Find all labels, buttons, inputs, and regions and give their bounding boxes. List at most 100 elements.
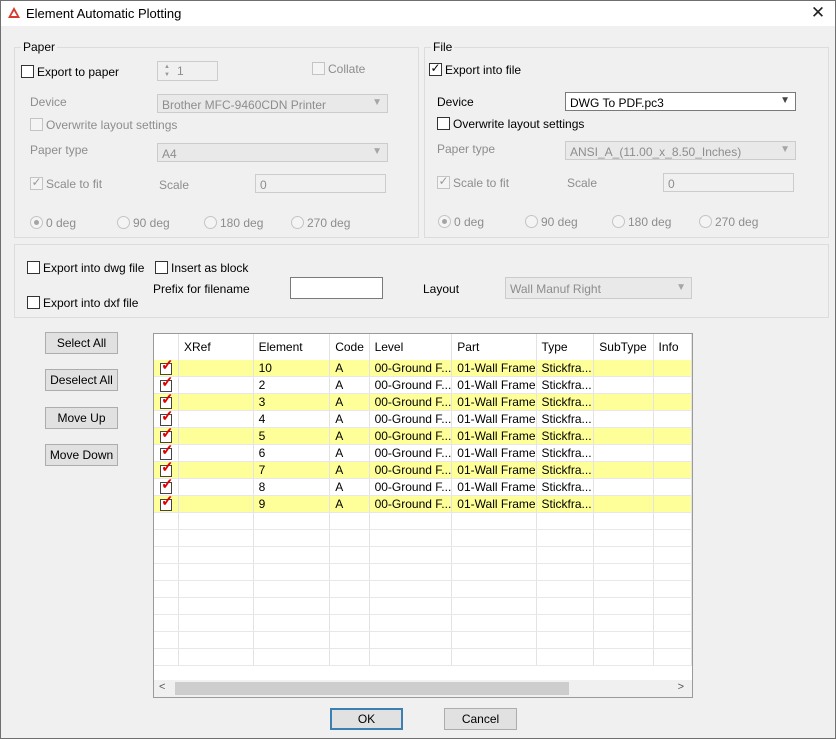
- column-header-level[interactable]: Level: [369, 334, 453, 360]
- file-rotation-0-radio[interactable]: [438, 215, 451, 228]
- file-scale-input[interactable]: 0: [663, 173, 794, 192]
- cancel-button[interactable]: Cancel: [444, 708, 517, 730]
- empty-cell: [369, 563, 453, 581]
- row-checkbox[interactable]: ✓: [159, 377, 174, 392]
- column-header-xref[interactable]: XRef: [178, 334, 254, 360]
- row-checkbox-cell[interactable]: ✓: [154, 427, 179, 445]
- select-all-button[interactable]: Select All: [45, 332, 118, 354]
- spin-down-icon[interactable]: ▼: [161, 71, 173, 79]
- row-checkbox-cell[interactable]: ✓: [154, 478, 179, 496]
- collate-checkbox[interactable]: [312, 62, 325, 75]
- table-row[interactable]: ✓ 3 A 00-Ground F... 01-Wall Frame Stickfra..…: [154, 393, 692, 411]
- row-checkbox-cell[interactable]: ✓: [154, 495, 179, 513]
- horizontal-scrollbar[interactable]: < >: [154, 680, 692, 697]
- cell-code: A: [329, 393, 370, 411]
- column-header-type[interactable]: Type: [536, 334, 595, 360]
- cell-info: [653, 495, 692, 513]
- checkmark-icon: ✓: [160, 495, 174, 510]
- table-row[interactable]: ✓ 9 A 00-Ground F... 01-Wall Frame Stickfra..…: [154, 495, 692, 513]
- file-paper-type-select[interactable]: ANSI_A_(11.00_x_8.50_Inches) ▼: [565, 141, 796, 160]
- file-rotation-180-radio[interactable]: [612, 215, 625, 228]
- cell-subtype: [593, 444, 654, 462]
- ok-button[interactable]: OK: [330, 708, 403, 730]
- table-row[interactable]: ✓ 6 A 00-Ground F... 01-Wall Frame Stickfra..…: [154, 444, 692, 462]
- row-checkbox-cell[interactable]: ✓: [154, 393, 179, 411]
- column-header-part[interactable]: Part: [451, 334, 537, 360]
- empty-cell: [178, 529, 254, 547]
- row-checkbox-cell[interactable]: ✓: [154, 461, 179, 479]
- export-dxf-checkbox[interactable]: [27, 296, 40, 309]
- row-checkbox-cell[interactable]: ✓: [154, 410, 179, 428]
- file-scale-to-fit-label: Scale to fit: [453, 176, 510, 190]
- row-checkbox-cell[interactable]: ✓: [154, 376, 179, 394]
- column-header-code[interactable]: Code: [329, 334, 370, 360]
- row-checkbox[interactable]: ✓: [159, 479, 174, 494]
- copies-spinner[interactable]: ▲ ▼ 1: [157, 61, 218, 81]
- row-checkbox[interactable]: ✓: [159, 411, 174, 426]
- paper-type-select[interactable]: A4 ▼: [157, 143, 388, 162]
- paper-rotation-0-radio[interactable]: [30, 216, 43, 229]
- cell-type: Stickfra...: [536, 444, 595, 462]
- cell-level: 00-Ground F...: [369, 360, 453, 377]
- table-row[interactable]: ✓ 5 A 00-Ground F... 01-Wall Frame Stickfra..…: [154, 427, 692, 445]
- file-overwrite-checkbox[interactable]: [437, 117, 450, 130]
- table-row[interactable]: ✓ 2 A 00-Ground F... 01-Wall Frame Stickfra..…: [154, 376, 692, 394]
- empty-cell: [451, 529, 537, 547]
- column-header-subtype[interactable]: SubType: [593, 334, 654, 360]
- deselect-all-button[interactable]: Deselect All: [45, 369, 118, 391]
- table-row[interactable]: ✓ 7 A 00-Ground F... 01-Wall Frame Stickfra..…: [154, 461, 692, 479]
- layout-select[interactable]: Wall Manuf Right ▼: [505, 277, 692, 299]
- export-to-paper-checkbox[interactable]: [21, 65, 34, 78]
- file-scale-value: 0: [668, 177, 675, 191]
- row-checkbox[interactable]: ✓: [159, 495, 174, 511]
- row-checkbox[interactable]: ✓: [159, 360, 174, 375]
- table-row[interactable]: ✓ 10 A 00-Ground F... 01-Wall Frame Stickfra.…: [154, 360, 692, 377]
- prefix-input[interactable]: [290, 277, 383, 299]
- scroll-right-icon[interactable]: >: [678, 681, 684, 693]
- cell-xref: [178, 495, 254, 513]
- row-checkbox[interactable]: ✓: [159, 445, 174, 460]
- paper-overwrite-checkbox[interactable]: [30, 118, 43, 131]
- file-rotation-90-radio[interactable]: [525, 215, 538, 228]
- cell-type: Stickfra...: [536, 461, 595, 479]
- table-row[interactable]: ✓ 8 A 00-Ground F... 01-Wall Frame Stickfra..…: [154, 478, 692, 496]
- empty-cell: [593, 597, 654, 615]
- file-scale-to-fit-checkbox[interactable]: ✓: [437, 174, 450, 189]
- cell-level: 00-Ground F...: [369, 410, 453, 428]
- move-down-button[interactable]: Move Down: [45, 444, 118, 466]
- scrollbar-thumb[interactable]: [175, 682, 569, 695]
- row-checkbox[interactable]: ✓: [159, 428, 174, 443]
- chevron-down-icon: ▼: [676, 282, 686, 293]
- close-icon[interactable]: ✕: [801, 1, 835, 26]
- layout-value: Wall Manuf Right: [510, 282, 601, 296]
- paper-device-select[interactable]: Brother MFC-9460CDN Printer ▼: [157, 94, 388, 113]
- table-row[interactable]: ✓ 4 A 00-Ground F... 01-Wall Frame Stickfra..…: [154, 410, 692, 428]
- column-header-info[interactable]: Info: [653, 334, 692, 360]
- elements-grid[interactable]: XRef Element Code Level Part Type SubTyp…: [153, 333, 693, 698]
- export-into-file-checkbox[interactable]: ✓: [429, 61, 442, 76]
- paper-rotation-90-radio[interactable]: [117, 216, 130, 229]
- insert-as-block-checkbox[interactable]: [155, 261, 168, 274]
- file-rotation-0-label: 0 deg: [454, 215, 485, 229]
- row-checkbox[interactable]: ✓: [159, 462, 174, 477]
- paper-scale-input[interactable]: 0: [255, 174, 386, 193]
- scroll-left-icon[interactable]: <: [159, 681, 165, 693]
- column-header-element[interactable]: Element: [253, 334, 331, 360]
- empty-cell: [451, 580, 537, 598]
- empty-cell: [253, 563, 331, 581]
- move-up-button[interactable]: Move Up: [45, 407, 118, 429]
- empty-cell: [329, 529, 370, 547]
- row-checkbox-cell[interactable]: ✓: [154, 444, 179, 462]
- paper-scale-to-fit-checkbox[interactable]: ✓: [30, 175, 43, 190]
- row-checkbox-cell[interactable]: ✓: [154, 360, 179, 377]
- row-checkbox[interactable]: ✓: [159, 394, 174, 409]
- column-header-check[interactable]: [154, 334, 179, 360]
- file-device-select[interactable]: DWG To PDF.pc3 ▼: [565, 92, 796, 111]
- cell-element: 3: [253, 393, 331, 411]
- export-dwg-checkbox[interactable]: [27, 261, 40, 274]
- spin-up-icon[interactable]: ▲: [161, 63, 173, 71]
- file-rotation-270-radio[interactable]: [699, 215, 712, 228]
- paper-rotation-180-radio[interactable]: [204, 216, 217, 229]
- paper-rotation-270-radio[interactable]: [291, 216, 304, 229]
- empty-cell: [593, 631, 654, 649]
